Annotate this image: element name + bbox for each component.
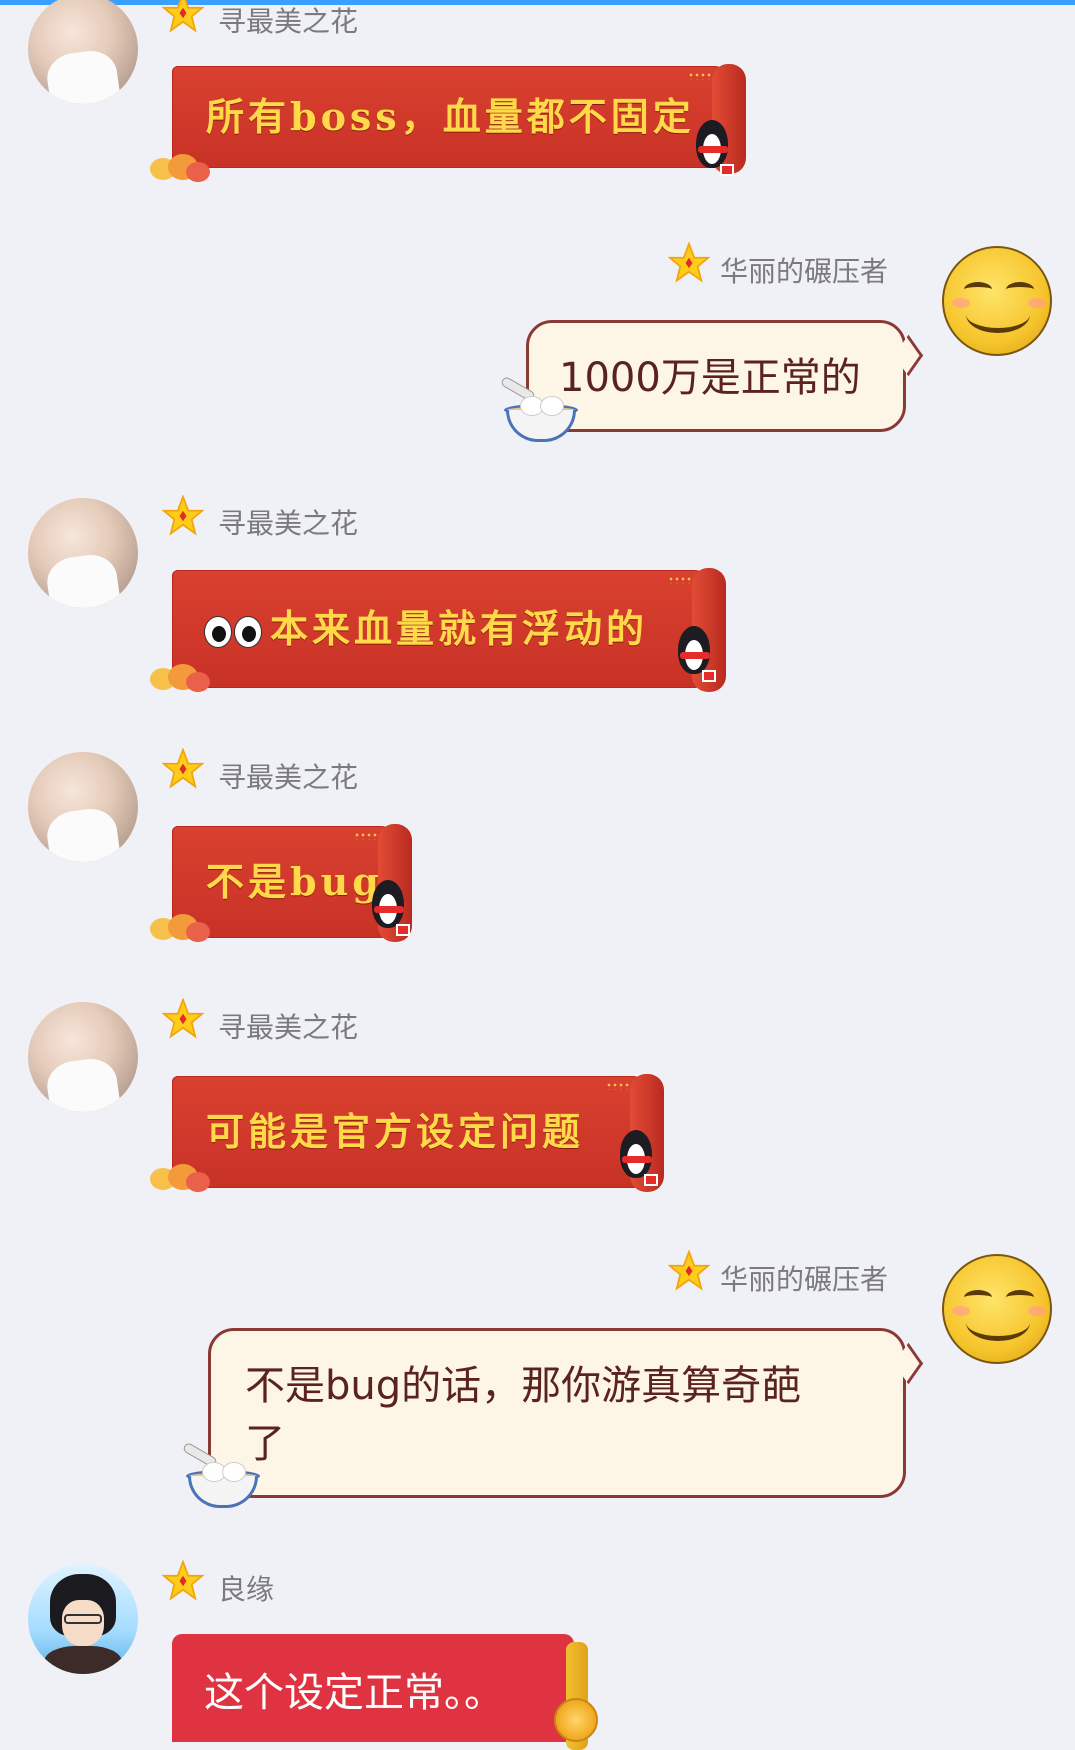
avatar[interactable] <box>28 1564 138 1674</box>
bubble-tail <box>893 1342 924 1385</box>
decor-dots <box>606 1082 630 1090</box>
penguin-icon <box>614 1130 658 1186</box>
sender-name: 寻最美之花 <box>218 761 359 794</box>
star-badge-icon <box>668 242 710 283</box>
sender-name: 寻最美之花 <box>218 1011 359 1044</box>
clouds-icon <box>150 1162 214 1196</box>
message-bubble[interactable]: 所有boss，血量都不固定 <box>172 64 746 174</box>
message-text: 不是bug <box>206 859 383 904</box>
star-badge-icon <box>668 1250 710 1291</box>
message-text: 1000万是正常的 <box>559 355 861 401</box>
message-text: 本来血量就有浮动的 <box>270 606 649 651</box>
sender-name: 寻最美之花 <box>218 5 359 38</box>
sender-name: 华丽的碾压者 <box>720 255 889 288</box>
bowl-icon <box>499 375 580 446</box>
avatar[interactable] <box>942 1254 1052 1364</box>
star-badge-icon <box>162 495 204 536</box>
decor-dots <box>668 576 692 584</box>
clouds-icon <box>150 912 214 946</box>
message-text: 不是bug的话，那你游真算奇葩 <box>245 1363 802 1409</box>
message-text: 可能是官方设定问题 <box>206 1109 585 1154</box>
sender-name: 良缘 <box>218 1573 275 1606</box>
star-badge-icon <box>162 748 204 789</box>
message-bubble[interactable]: 可能是官方设定问题 <box>172 1074 664 1192</box>
avatar[interactable] <box>28 0 138 104</box>
avatar[interactable] <box>28 1002 138 1112</box>
star-badge-icon <box>162 0 204 33</box>
sender-name: 寻最美之花 <box>218 507 359 540</box>
eyes-icon <box>204 616 264 648</box>
avatar[interactable] <box>942 246 1052 356</box>
penguin-icon <box>672 626 716 682</box>
avatar[interactable] <box>28 498 138 608</box>
message-text: 所有boss，血量都不固定 <box>206 94 695 139</box>
star-badge-icon <box>162 1560 204 1601</box>
penguin-icon <box>366 880 410 936</box>
avatar[interactable] <box>28 752 138 862</box>
coin-icon <box>554 1698 598 1742</box>
message-text: 这个设定正常。。 <box>204 1670 504 1716</box>
message-bubble[interactable]: 本来血量就有浮动的 <box>172 568 726 692</box>
clouds-icon <box>150 662 214 696</box>
penguin-icon <box>690 120 734 176</box>
message-bubble[interactable]: 不是bug的话，那你游真算奇葩 了 <box>208 1328 924 1498</box>
sender-name: 华丽的碾压者 <box>720 1263 889 1296</box>
clouds-icon <box>150 152 214 186</box>
star-badge-icon <box>162 998 204 1039</box>
message-bubble[interactable]: 1000万是正常的 <box>526 320 924 432</box>
bowl-icon <box>181 1441 262 1512</box>
message-bubble[interactable]: 这个设定正常。。 <box>172 1634 588 1750</box>
bubble-tail <box>893 334 924 377</box>
